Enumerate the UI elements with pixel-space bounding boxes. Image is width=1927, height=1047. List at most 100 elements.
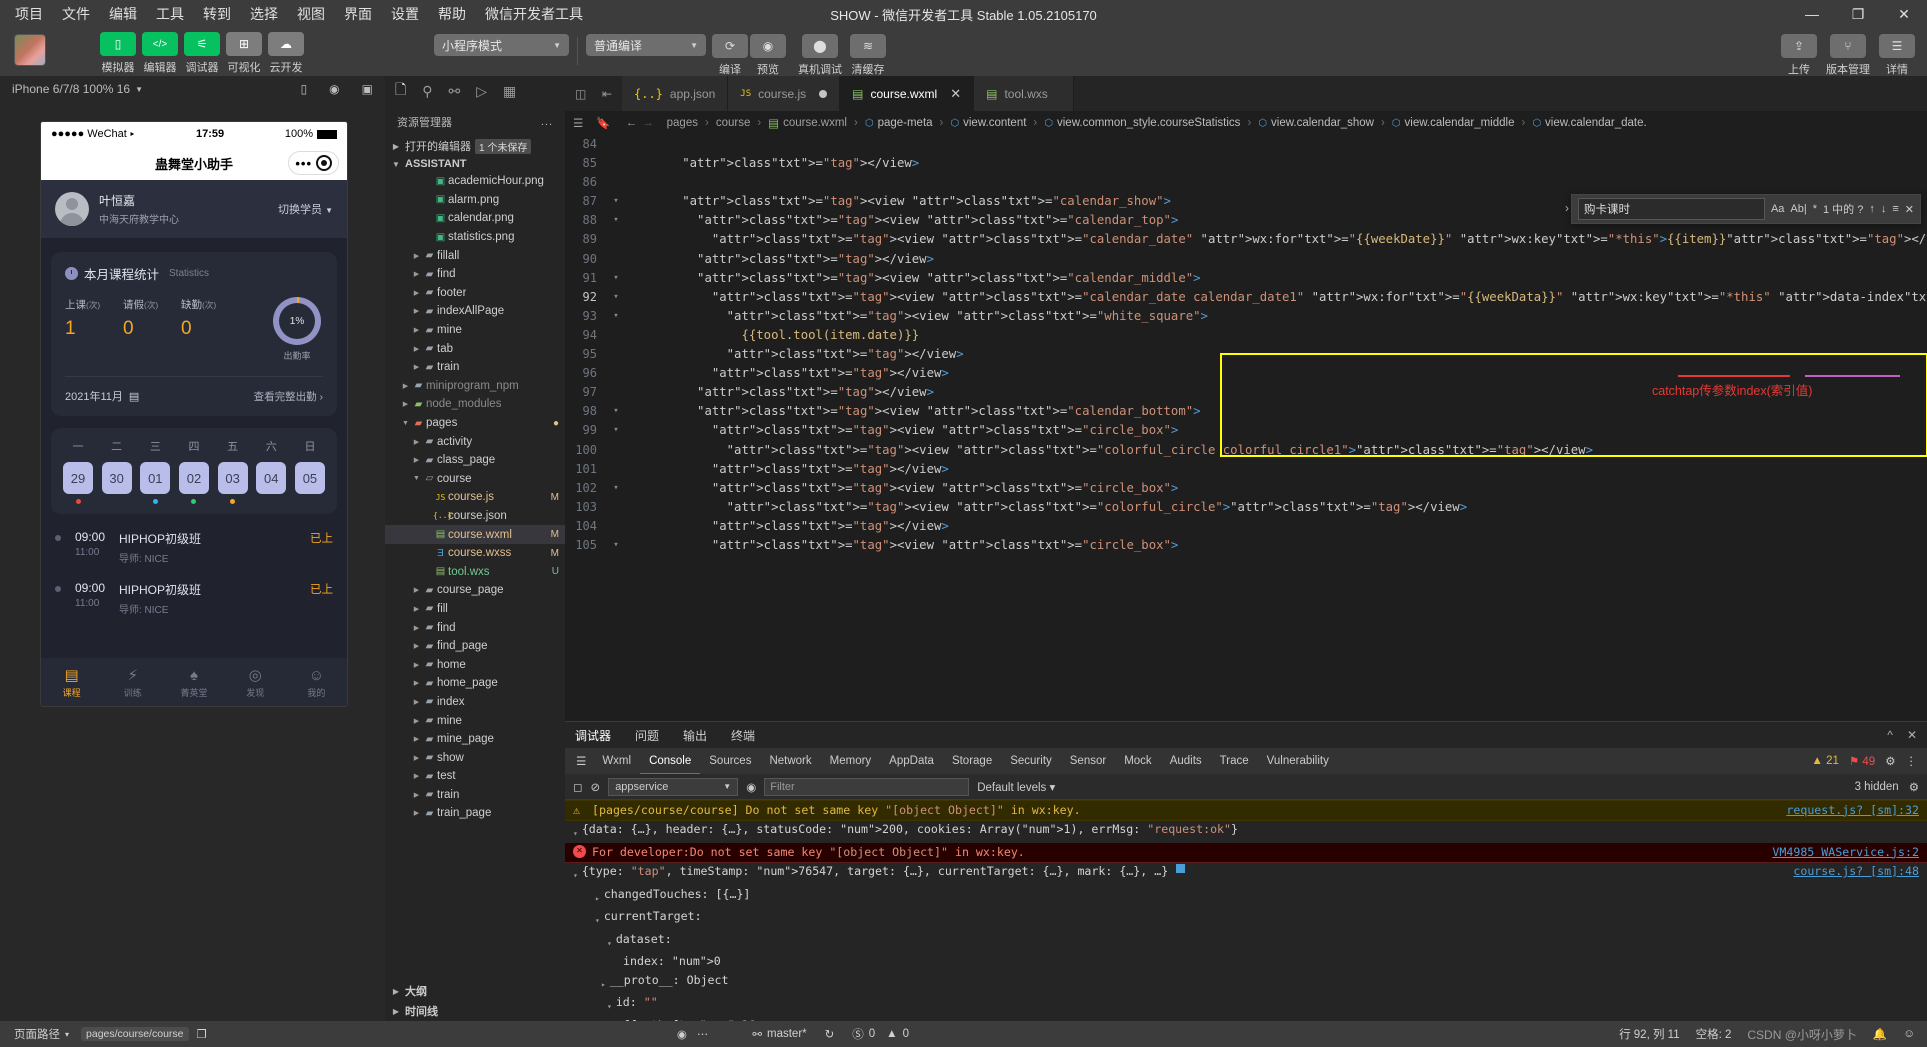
disclosure-triangle-icon[interactable]: ▾ [573, 826, 578, 842]
breadcrumb-item[interactable]: pages [667, 117, 698, 129]
sync-button[interactable]: ↻ [821, 1027, 839, 1041]
problems-button[interactable]: Ⓢ 0 ▲ 0 [848, 1026, 913, 1042]
file-tree-row[interactable]: {..} course.json [385, 507, 565, 526]
file-tree-row[interactable]: ▶ ▰ miniprogram_npm [385, 377, 565, 396]
code-line[interactable]: 104 "attr">class"txt">="tag"></view> [565, 517, 1927, 536]
disclosure-triangle-icon[interactable]: ▸ [601, 977, 606, 993]
menu-item-select[interactable]: 选择 [249, 2, 279, 26]
file-tree-row[interactable]: JS course.js M [385, 488, 565, 507]
cursor-position[interactable]: 行 92, 列 11 [1619, 1026, 1680, 1042]
file-tree-row[interactable]: ▶ ▰ fill [385, 600, 565, 619]
file-tree-row[interactable]: ▶ ▰ home_page [385, 674, 565, 693]
devtools-tab-wxml[interactable]: Wxml [593, 748, 640, 774]
file-tree-row[interactable]: ▶ ▰ class_page [385, 451, 565, 470]
fold-chevron-icon[interactable]: ▾ [609, 421, 623, 440]
compile-select[interactable]: 普通编译 ▼ [586, 34, 706, 56]
file-tree-row[interactable]: ▶ ▰ activity [385, 432, 565, 451]
disclosure-triangle-icon[interactable]: ▸ [595, 891, 600, 907]
nav-forward-icon[interactable]: → [642, 117, 654, 129]
file-tree-row[interactable]: ▶ ▰ mine_page [385, 730, 565, 749]
toolbar-button-preview[interactable]: ◉ 预览 [750, 34, 786, 77]
console-message[interactable]: index: "num">0 [565, 953, 1927, 972]
fold-chevron-icon[interactable]: ▾ [609, 288, 623, 307]
toolbar-button-debugger[interactable]: ⚟ 调试器 [184, 32, 220, 75]
settings-icon[interactable]: ⚙ [1909, 780, 1919, 794]
code-line[interactable]: 91 ▾ "attr">class"txt">="tag"><view "attr… [565, 269, 1927, 288]
code-line[interactable]: 102 ▾ "attr">class"txt">="tag"><view "att… [565, 479, 1927, 498]
console-output[interactable]: ⚠ [pages/course/course] Do not set same k… [565, 800, 1927, 1021]
file-tree-row[interactable]: ▣ calendar.png [385, 209, 565, 228]
code-line[interactable]: 103 "attr">class"txt">="tag"><view "attr… [565, 498, 1927, 517]
page-path-value[interactable]: pages/course/course [81, 1027, 189, 1041]
fold-chevron-icon[interactable]: ▾ [609, 536, 623, 555]
panel-tab-output[interactable]: 输出 [683, 727, 707, 744]
code-line[interactable]: 94 {{tool.tool(item.date)}} [565, 326, 1927, 345]
list-icon[interactable]: ☰ [573, 116, 583, 130]
rotate-icon[interactable]: ▯ [301, 82, 308, 96]
eye-icon[interactable]: ◉ [746, 780, 756, 794]
breadcrumb-item[interactable]: ⬡ view.calendar_show [1258, 117, 1374, 129]
tabbar-item-course[interactable]: ▤ 课程 [41, 666, 102, 699]
more-icon[interactable]: ⋯ [697, 1027, 709, 1041]
find-expand-icon[interactable]: › [1565, 201, 1569, 215]
avatar[interactable] [14, 34, 46, 66]
extensions-icon[interactable]: ▦ [503, 83, 516, 100]
find-next-icon[interactable]: ↓ [1881, 203, 1887, 215]
file-tree-row[interactable]: ▶ ▰ course_page [385, 581, 565, 600]
settings-icon[interactable]: ⚙ [1885, 754, 1895, 768]
editor-tab-app-json[interactable]: {..} app.json [622, 76, 729, 111]
match-case-icon[interactable]: Aa [1771, 203, 1784, 215]
file-tree-row[interactable]: ▣ academicHour.png [385, 172, 565, 191]
console-message[interactable]: ⚠ [pages/course/course] Do not set same k… [565, 800, 1927, 821]
search-icon[interactable]: ⚲ [422, 83, 432, 100]
file-tree-row[interactable]: ▶ ▰ indexAllPage [385, 302, 565, 321]
clear-console-icon[interactable]: ◻ [573, 780, 583, 794]
toolbar-button-details[interactable]: ☰ 详情 [1879, 34, 1915, 77]
more-icon[interactable]: ⋮ [1906, 754, 1918, 768]
breadcrumb-item[interactable]: course [716, 117, 751, 129]
disclosure-triangle-icon[interactable]: ▾ [607, 936, 612, 952]
file-tree-row[interactable]: ▶ ▰ footer [385, 284, 565, 303]
view-full-attendance-link[interactable]: 查看完整出勤 › [254, 389, 323, 404]
code-line[interactable]: 84 [565, 135, 1927, 154]
fold-chevron-icon[interactable]: ▾ [609, 402, 623, 421]
fold-chevron-icon[interactable]: ▾ [609, 307, 623, 326]
tabbar-item-elite[interactable]: ♠ 菁英堂 [163, 667, 224, 699]
devtools-tab-mock[interactable]: Mock [1115, 748, 1160, 774]
menu-item-devtools[interactable]: 微信开发者工具 [484, 2, 584, 26]
code-line[interactable]: 86 [565, 173, 1927, 192]
toolbar-button-visual[interactable]: ⊞ 可视化 [226, 32, 262, 75]
editor-tab-course-js[interactable]: JS course.js [728, 76, 841, 111]
regex-icon[interactable]: * [1813, 203, 1817, 215]
calendar-icon[interactable]: ▤ [129, 390, 139, 403]
tabbar-item-discover[interactable]: ◎ 发现 [225, 666, 286, 699]
console-source-link[interactable]: request.js? [sm]:32 [1776, 803, 1919, 819]
maximize-icon[interactable]: ❐ [1835, 0, 1881, 28]
breadcrumb-item[interactable]: ⬡ view.content [950, 117, 1026, 129]
file-tree-row[interactable]: ▶ ▰ fillall [385, 246, 565, 265]
feedback-icon[interactable]: ☺ [1903, 1028, 1915, 1040]
outline-section[interactable]: ▶ 大纲 [385, 981, 565, 1001]
toolbar-button-compile[interactable]: ⟳ 编译 [712, 34, 748, 77]
breadcrumb-item[interactable]: ▤ course.wxml [768, 116, 847, 130]
editor-tab-tool-wxs[interactable]: ▤ tool.wxs [974, 76, 1075, 111]
devtools-tab-network[interactable]: Network [760, 748, 820, 774]
minimize-icon[interactable]: — [1789, 0, 1835, 28]
calendar-day[interactable]: 01 [138, 462, 172, 504]
page-path-select[interactable]: 页面路径 ▾ [10, 1026, 73, 1042]
close-panel-icon[interactable]: ✕ [1907, 728, 1917, 742]
disclosure-triangle-icon[interactable]: ▾ [573, 868, 578, 884]
devtools-tab-console[interactable]: Console [640, 748, 701, 774]
file-tree-row[interactable]: ▶ ▰ find [385, 265, 565, 284]
find-input[interactable]: 购卡课时 [1578, 198, 1765, 220]
console-filter-input[interactable]: Filter [764, 777, 970, 796]
panel-tab-terminal[interactable]: 终端 [731, 727, 755, 744]
file-tree-row[interactable]: ▼ ▱ course [385, 470, 565, 489]
toolbar-button-version[interactable]: ⑂ 版本管理 [1823, 34, 1873, 77]
close-icon[interactable]: ✕ [1881, 0, 1927, 28]
file-tree-row[interactable]: ▶ ▰ show [385, 748, 565, 767]
wechat-capsule[interactable]: ••• [288, 151, 339, 175]
collapse-panel-icon[interactable]: ^ [1887, 728, 1893, 742]
breadcrumb-item[interactable]: ⬡ view.common_style.courseStatistics [1044, 117, 1240, 129]
course-item[interactable]: 09:00 11:00 HIPHOP初级班 导师: NICE 已上 [55, 530, 333, 565]
